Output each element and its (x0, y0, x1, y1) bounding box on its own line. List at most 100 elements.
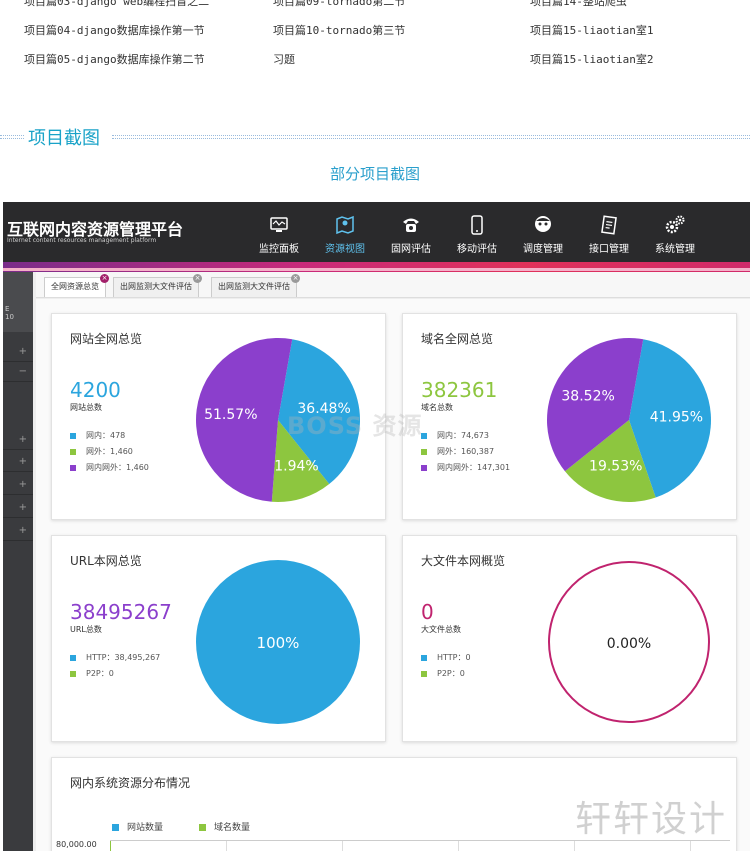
divider (112, 135, 750, 139)
total-count: 0 (421, 600, 434, 624)
tab-overview[interactable]: 全网资源总览 × (44, 274, 109, 297)
lesson-link[interactable]: 习题 (273, 51, 295, 67)
lesson-link[interactable]: 项目篇15-liaotian室2 (530, 51, 653, 67)
sidebar-toggle[interactable]: − (3, 362, 33, 382)
grid-line (574, 841, 575, 851)
legend-item: 网外：1,460 (70, 446, 133, 457)
grid-line (458, 841, 459, 851)
legend-swatch (70, 432, 76, 439)
legend-swatch (112, 824, 119, 831)
watermark: BOSS 资源 (287, 412, 423, 440)
sidebar-toggle[interactable]: + (3, 498, 33, 518)
sidebar: E 10 + − + + + + + (3, 272, 33, 851)
nav-label: 系统管理 (655, 244, 695, 255)
nav-dispatch[interactable]: 调度管理 (510, 202, 576, 262)
slice-label: 19.53% (589, 459, 642, 475)
section-header: 项目截图 (0, 122, 750, 152)
legend-item: 网内：74,673 (421, 430, 489, 441)
domain-pie-chart: 41.95% 19.53% 38.52% (547, 338, 711, 502)
tab-bigfile-eval[interactable]: 出网监测大文件评估 × (113, 274, 202, 297)
y-axis-tick: 80,000.00 (56, 840, 97, 849)
tab-bigfile-eval[interactable]: 出网监测大文件评估 × (211, 274, 300, 297)
card-title: 大文件本网概览 (421, 554, 506, 568)
card-title: URL本网总览 (70, 554, 142, 568)
total-label: 域名总数 (421, 403, 453, 412)
legend-item: P2P：0 (70, 668, 114, 679)
close-icon[interactable]: × (100, 274, 109, 283)
lesson-link[interactable]: 项目篇10-tornado第三节 (273, 22, 405, 38)
total-label: URL总数 (70, 625, 102, 634)
nav-resource-view[interactable]: 资源视图 (312, 202, 378, 262)
nav-label: 资源视图 (325, 244, 365, 255)
legend-swatch (70, 654, 76, 661)
section-subtitle: 部分项目截图 (329, 165, 420, 183)
nav-interface[interactable]: 接口管理 (576, 202, 642, 262)
legend-item: P2P：0 (421, 668, 465, 679)
dashboard-screenshot: 互联网内容资源管理平台 Internet content resources m… (3, 202, 750, 851)
lesson-link[interactable]: 项目篇03-django web编程扫盲之二 (24, 0, 209, 9)
total-count: 38495267 (70, 600, 172, 624)
document-icon (601, 215, 617, 235)
total-count: 382361 (421, 378, 498, 402)
sidebar-toggle[interactable]: + (3, 452, 33, 472)
tab-bar: 全网资源总览 × 出网监测大文件评估 × 出网监测大文件评估 × (36, 272, 750, 298)
legend-swatch (421, 654, 427, 661)
legend-swatch (70, 670, 76, 677)
legend-item: 网内网外：1,460 (70, 462, 149, 473)
total-label: 大文件总数 (421, 625, 461, 634)
header-stripe (3, 268, 750, 271)
sidebar-toggle[interactable]: + (3, 342, 33, 362)
y-axis-line (110, 841, 111, 851)
lesson-link[interactable]: 项目篇09-tornado第二节 (273, 0, 405, 9)
legend-item: HTTP：0 (421, 652, 471, 663)
nav-label: 固网评估 (391, 244, 431, 255)
nav-system[interactable]: 系统管理 (642, 202, 708, 262)
nav-mobile-eval[interactable]: 移动评估 (444, 202, 510, 262)
watermark: 轩轩设计 (575, 799, 728, 840)
legend-swatch (421, 464, 427, 471)
sidebar-toggle[interactable]: + (3, 521, 33, 541)
divider (0, 135, 24, 139)
lesson-link[interactable]: 项目篇05-django数据库操作第二节 (24, 51, 205, 67)
slice-label: 51.57% (204, 407, 257, 423)
monitor-icon (270, 217, 288, 232)
grid-line (690, 841, 691, 851)
legend-item: 网外：160,387 (421, 446, 494, 457)
phone-icon (403, 218, 419, 232)
legend-item: 网内：478 (70, 430, 125, 441)
map-icon (336, 215, 354, 235)
slice-label: 41.95% (650, 409, 703, 425)
lesson-link[interactable]: 项目篇04-django数据库操作第一节 (24, 22, 205, 38)
legend-swatch (421, 448, 427, 455)
legend-item: 网站数量 (112, 820, 163, 833)
nav-label: 监控面板 (259, 244, 299, 255)
domain-overview-card: 域名全网总览 382361 域名总数 网内：74,673 网外：160,387 … (402, 313, 737, 520)
close-icon[interactable]: × (193, 274, 202, 283)
bigfile-overview-card: 大文件本网概览 0 大文件总数 HTTP：0 P2P：0 0.00% (402, 535, 737, 742)
total-label: 网站总数 (70, 403, 102, 412)
slice-label: 38.52% (561, 389, 614, 405)
legend-item: HTTP：38,495,267 (70, 652, 160, 663)
nav-monitor[interactable]: 监控面板 (246, 202, 312, 262)
lesson-link[interactable]: 项目篇15-liaotian室1 (530, 22, 653, 38)
slice-label: 100% (257, 634, 300, 652)
nav-label: 接口管理 (589, 244, 629, 255)
nav-fixed-eval[interactable]: 固网评估 (378, 202, 444, 262)
card-title: 网站全网总览 (70, 332, 143, 346)
grid-line (342, 841, 343, 851)
mobile-icon (471, 215, 483, 235)
sidebar-toggle[interactable]: + (3, 475, 33, 495)
legend-swatch (70, 464, 76, 471)
close-icon[interactable]: × (291, 274, 300, 283)
slice-label: 0.00% (607, 636, 651, 652)
sidebar-toggle[interactable]: + (3, 430, 33, 450)
lesson-link[interactable]: 项目篇14-整站爬虫 (530, 0, 627, 9)
card-title: 域名全网总览 (421, 332, 494, 346)
nav-label: 调度管理 (523, 244, 563, 255)
legend-item: 域名数量 (199, 820, 250, 833)
legend-swatch (421, 670, 427, 677)
section-title: 项目截图 (26, 124, 102, 150)
sidebar-header: E 10 (3, 272, 33, 332)
app-subtitle: Internet content resources management pl… (7, 237, 157, 244)
lesson-list: 项目篇03-django web编程扫盲之二 项目篇04-django数据库操作… (0, 0, 750, 80)
